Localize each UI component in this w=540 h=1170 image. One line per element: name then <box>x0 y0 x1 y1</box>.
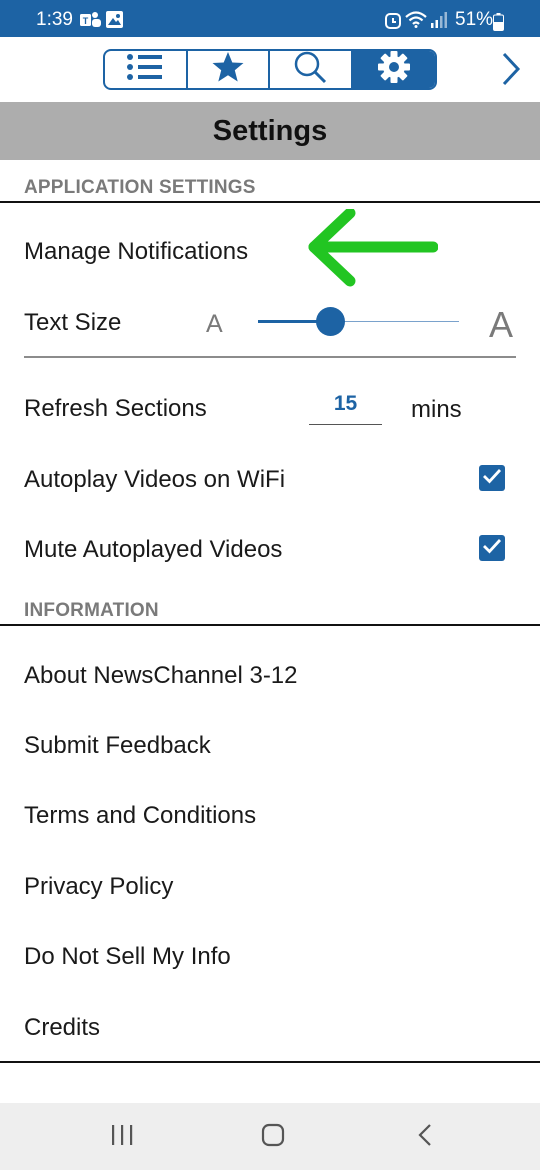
star-icon <box>211 51 245 88</box>
slider-track[interactable] <box>330 321 459 322</box>
list-icon <box>126 52 164 87</box>
toolbar <box>0 37 540 102</box>
tab-list[interactable] <box>105 51 188 88</box>
tab-search[interactable] <box>270 51 353 88</box>
manage-notifications-item[interactable]: Manage Notifications <box>24 238 248 266</box>
tab-settings[interactable] <box>352 51 435 88</box>
title-bar: Settings <box>0 102 540 160</box>
next-button[interactable] <box>496 52 526 91</box>
back-button[interactable] <box>405 1121 445 1153</box>
checkmark-icon <box>482 538 502 559</box>
refresh-interval-input[interactable]: 15 <box>309 392 382 425</box>
search-icon <box>293 51 327 88</box>
section-tabs <box>103 49 437 90</box>
list-bottom-divider <box>0 1061 540 1063</box>
gear-icon <box>377 51 411 88</box>
text-size-divider <box>24 356 516 358</box>
system-nav-bar <box>0 1103 540 1170</box>
home-icon <box>261 1123 285 1152</box>
section-divider <box>0 201 540 203</box>
chevron-right-icon <box>501 52 521 91</box>
status-bar: 1:39 T 51% <box>0 0 540 37</box>
privacy-policy-item[interactable]: Privacy Policy <box>24 873 173 901</box>
signal-icon <box>430 11 448 33</box>
text-size-slider-thumb[interactable] <box>315 307 345 336</box>
wifi-icon <box>405 11 427 33</box>
do-not-sell-item[interactable]: Do Not Sell My Info <box>24 943 231 971</box>
battery-percent: 51% <box>455 9 494 30</box>
recents-icon <box>110 1124 134 1151</box>
battery-icon <box>493 13 504 36</box>
section-header-application-settings: APPLICATION SETTINGS <box>24 177 256 198</box>
teams-icon: T <box>80 11 102 34</box>
section-header-information: INFORMATION <box>24 600 159 621</box>
terms-item[interactable]: Terms and Conditions <box>24 802 256 830</box>
refresh-unit: mins <box>411 396 462 423</box>
refresh-sections-label: Refresh Sections <box>24 395 207 422</box>
section-divider <box>0 624 540 626</box>
submit-feedback-item[interactable]: Submit Feedback <box>24 732 211 760</box>
about-item[interactable]: About NewsChannel 3-12 <box>24 662 298 690</box>
credits-item[interactable]: Credits <box>24 1014 100 1042</box>
mute-checkbox[interactable] <box>479 535 505 561</box>
text-size-large-glyph: A <box>489 304 514 345</box>
recents-button[interactable] <box>102 1121 142 1153</box>
autoplay-label: Autoplay Videos on WiFi <box>24 466 286 493</box>
status-time: 1:39 <box>36 9 73 30</box>
tab-favorites[interactable] <box>188 51 270 88</box>
green-arrow-icon <box>306 207 439 292</box>
home-button[interactable] <box>253 1121 293 1153</box>
mute-label: Mute Autoplayed Videos <box>24 536 283 563</box>
page-title: Settings <box>212 114 328 147</box>
svg-text:T: T <box>83 16 89 26</box>
gallery-icon <box>106 11 123 33</box>
alarm-icon <box>385 11 401 34</box>
autoplay-checkbox[interactable] <box>479 465 505 491</box>
back-icon <box>418 1123 432 1152</box>
text-size-small-glyph: A <box>206 310 223 338</box>
text-size-label: Text Size <box>24 309 122 336</box>
checkmark-icon <box>482 468 502 489</box>
